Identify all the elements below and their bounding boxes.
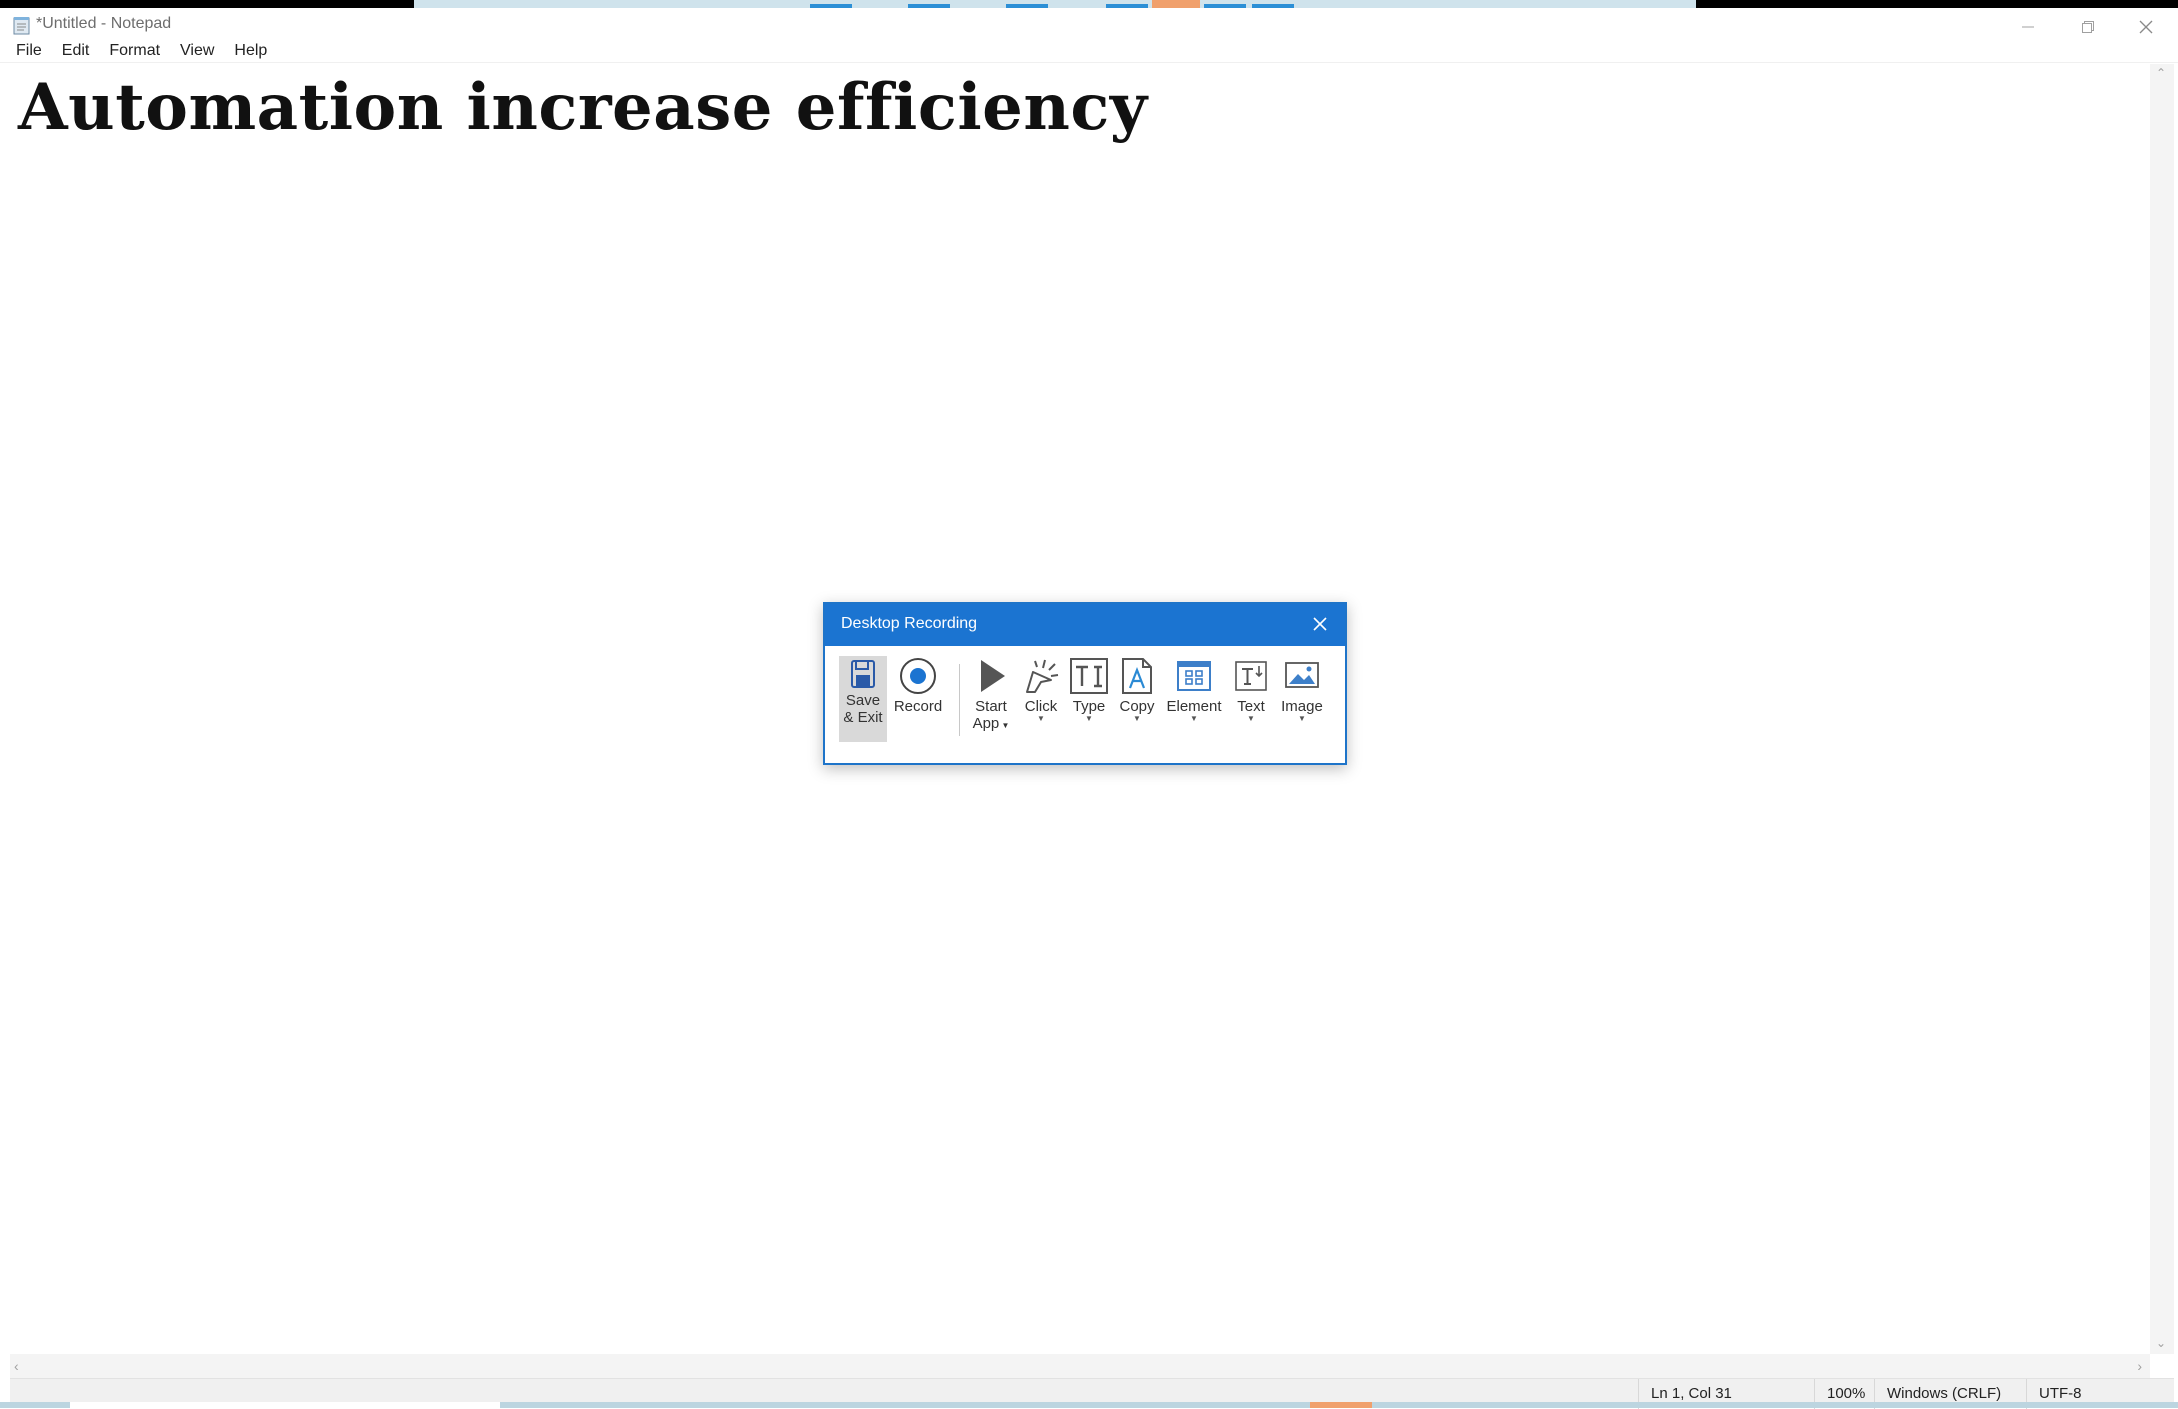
vertical-scrollbar[interactable]: ⌃ ⌄ — [2150, 64, 2174, 1354]
top-taskbar-strip — [0, 0, 2178, 8]
type-text-icon — [1070, 658, 1108, 694]
chevron-down-icon: ▼ — [1298, 714, 1306, 723]
text-label: Text — [1237, 698, 1265, 715]
save-label: Save — [845, 692, 881, 709]
image-label: Image — [1281, 698, 1323, 715]
taskbar-indicator-active — [1152, 0, 1200, 8]
dialog-close-icon[interactable] — [1309, 613, 1331, 635]
click-label: Click — [1024, 698, 1058, 715]
scroll-up-icon[interactable]: ⌃ — [2156, 66, 2166, 80]
app-label: App ▼ — [967, 715, 1015, 734]
element-window-icon — [1177, 661, 1211, 691]
click-button[interactable]: Click ▼ — [1019, 656, 1063, 742]
type-label: Type — [1072, 698, 1106, 715]
click-pointer-icon — [1026, 659, 1059, 693]
copy-document-icon — [1122, 658, 1152, 694]
restore-icon — [2082, 21, 2094, 33]
menu-divider — [0, 62, 2178, 63]
element-label: Element — [1166, 698, 1222, 715]
copy-label: Copy — [1119, 698, 1155, 715]
notepad-icon — [13, 17, 30, 35]
menu-format[interactable]: Format — [99, 38, 170, 64]
record-icon — [900, 658, 936, 694]
toolbar-divider — [959, 664, 960, 736]
close-button[interactable] — [2116, 10, 2176, 44]
taskbar-search-remnant — [70, 1402, 500, 1408]
chevron-down-icon: ▼ — [999, 721, 1010, 730]
record-button[interactable]: Record — [891, 656, 945, 742]
menu-file[interactable]: File — [6, 38, 52, 64]
save-icon — [851, 660, 875, 688]
editor-content: Automation increase efficiency — [18, 70, 1148, 145]
record-label: Record — [893, 698, 943, 715]
window-title: *Untitled - Notepad — [36, 15, 172, 32]
desktop-recording-dialog: Desktop Recording Save & Exit Record Sta… — [823, 602, 1347, 765]
scroll-down-icon[interactable]: ⌄ — [2156, 1336, 2166, 1350]
start-label: Start — [975, 698, 1007, 715]
start-app-button[interactable]: Start App ▼ — [967, 656, 1015, 742]
chevron-down-icon: ▼ — [1247, 714, 1255, 723]
menu-bar: File Edit Format View Help — [6, 38, 277, 64]
minimize-icon — [2022, 26, 2034, 28]
menu-view[interactable]: View — [170, 38, 224, 64]
restore-button[interactable] — [2058, 10, 2118, 44]
type-button[interactable]: Type ▼ — [1067, 656, 1111, 742]
play-icon — [981, 660, 1005, 692]
bottom-taskbar-strip — [0, 1402, 2178, 1408]
save-exit-button[interactable]: Save & Exit — [839, 656, 887, 742]
image-button[interactable]: Image ▼ — [1277, 656, 1327, 742]
chevron-down-icon: ▼ — [1085, 714, 1093, 723]
minimize-button[interactable] — [1998, 10, 2058, 44]
copy-button[interactable]: Copy ▼ — [1115, 656, 1159, 742]
taskbar-remnant — [414, 0, 1696, 8]
menu-help[interactable]: Help — [224, 38, 277, 64]
exit-label: & Exit — [843, 709, 883, 726]
chevron-down-icon: ▼ — [1133, 714, 1141, 723]
element-button[interactable]: Element ▼ — [1163, 656, 1225, 742]
menu-edit[interactable]: Edit — [52, 38, 100, 64]
chevron-down-icon: ▼ — [1190, 714, 1198, 723]
chevron-down-icon: ▼ — [1037, 714, 1045, 723]
text-button[interactable]: Text ▼ — [1229, 656, 1273, 742]
recording-toolbar: Save & Exit Record Start App ▼ Click ▼ T… — [839, 656, 1335, 756]
close-icon — [2139, 20, 2153, 34]
app-label-text: App — [972, 715, 1000, 732]
dialog-title: Desktop Recording — [841, 615, 978, 632]
scroll-right-icon[interactable]: › — [2137, 1358, 2142, 1374]
horizontal-scrollbar[interactable]: ‹ › — [10, 1354, 2150, 1378]
scroll-left-icon[interactable]: ‹ — [14, 1358, 19, 1374]
dialog-header: Desktop Recording — [825, 604, 1345, 646]
text-extract-icon — [1235, 661, 1267, 691]
image-picture-icon — [1285, 662, 1319, 688]
window-titlebar: *Untitled - Notepad — [0, 8, 2178, 46]
taskbar-indicator-active — [1310, 1402, 1372, 1408]
